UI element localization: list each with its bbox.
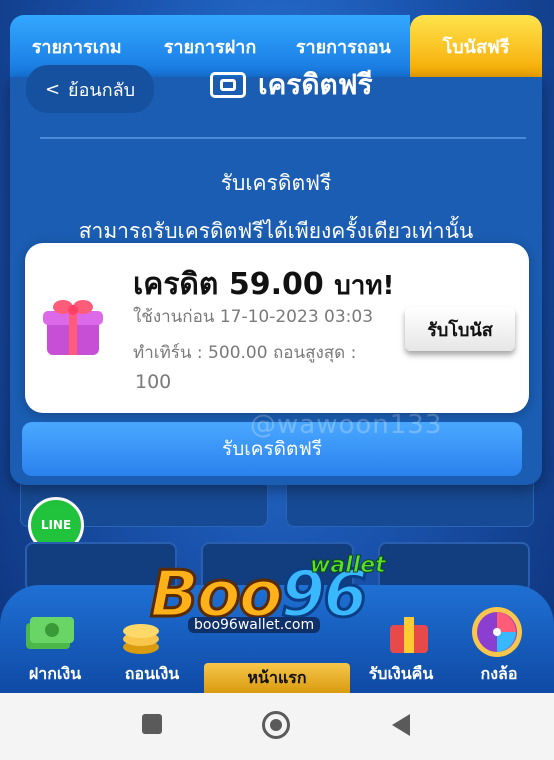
credit-card-icon <box>210 72 246 98</box>
app-screen: LINE รายการเกม รายการฝาก รายการถอน โบนัส… <box>0 0 554 760</box>
header-divider <box>40 137 526 139</box>
home-circle-icon[interactable] <box>262 711 290 739</box>
chevron-left-icon: < <box>44 78 61 100</box>
recent-apps-icon[interactable] <box>142 714 162 734</box>
logo-wallet-text: wallet <box>310 553 387 579</box>
logo-domain: boo96wallet.com <box>188 617 321 633</box>
line-badge-label: LINE <box>40 518 72 532</box>
nav-withdraw[interactable]: ถอนเงิน <box>107 662 197 687</box>
watermark-text: @wawoon133 <box>250 410 443 440</box>
back-label: ย้อนกลับ <box>68 79 136 101</box>
money-stack-icon <box>26 617 74 649</box>
nav-home[interactable]: หน้าแรก <box>204 663 350 693</box>
credit-unit: บาท! <box>334 271 395 301</box>
bonus-card: เครดิต 59.00 บาท! ใช้งานก่อน 17-10-2023 … <box>25 243 529 413</box>
turnover-info: ทำเทิร์น : 500.00 ถอนสูงสุด : <box>133 343 357 363</box>
credit-label: เครดิต <box>133 267 219 302</box>
nav-wheel[interactable]: กงล้อ <box>454 662 544 687</box>
section-subtitle: รับเครดิตฟรี <box>220 171 332 195</box>
popup-title: เครดิตฟรี <box>258 68 373 101</box>
bonus-amount-heading: เครดิต 59.00 บาท! <box>133 261 394 308</box>
credit-amount: 59.00 <box>228 267 324 302</box>
nav-cashback[interactable]: รับเงินคืน <box>356 662 446 687</box>
gift-box-icon <box>43 300 103 355</box>
back-triangle-icon[interactable] <box>392 714 410 736</box>
wheel-icon <box>472 607 522 657</box>
nav-deposit[interactable]: ฝากเงิน <box>10 662 100 687</box>
back-button[interactable]: < ย้อนกลับ <box>26 65 154 113</box>
claim-bonus-button[interactable]: รับโบนัส <box>405 307 515 351</box>
popup-header: เครดิตฟรี <box>210 65 373 105</box>
max-withdraw-value: 100 <box>135 371 172 393</box>
expire-date: ใช้งานก่อน 17-10-2023 03:03 <box>133 307 374 327</box>
brand-logo: Boo96 wallet boo96wallet.com <box>149 553 400 635</box>
tab-free-bonus[interactable]: โบนัสฟรี <box>409 15 542 77</box>
